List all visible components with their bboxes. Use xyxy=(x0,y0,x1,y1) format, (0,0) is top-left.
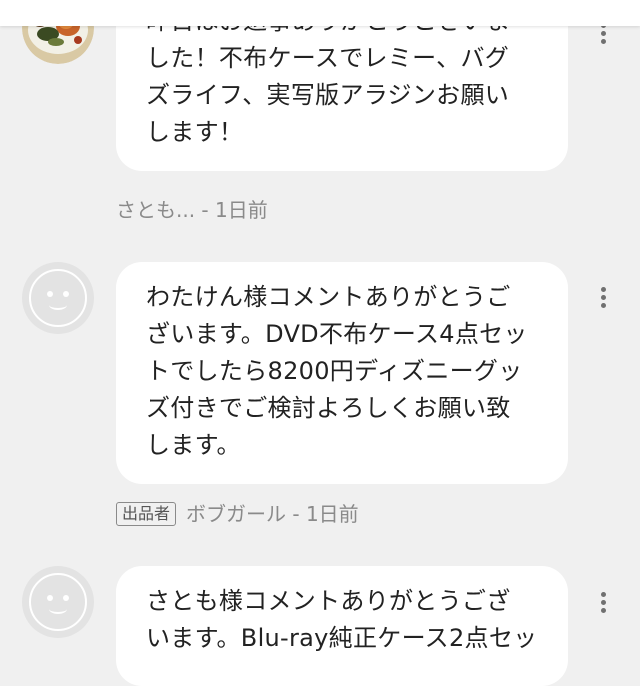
comment-meta: 出品者 ボブガール - 1日前 xyxy=(116,500,359,528)
more-vertical-icon[interactable] xyxy=(594,284,614,312)
default-face-avatar-icon xyxy=(29,573,87,631)
comment-bubble: わたけん様コメントありがとうご ざいます。DVD不布ケース4点セッ トでしたら8… xyxy=(116,262,568,484)
comment-author[interactable]: ボブガール xyxy=(186,502,286,526)
more-vertical-icon[interactable] xyxy=(594,589,614,617)
comment-text: さとも様コメントありがとうござ います。Blu-ray純正ケース2点セッ xyxy=(146,587,538,652)
comment-meta: さとも... - 1日前 xyxy=(116,196,268,224)
comment-text: わたけん様コメントありがとうご ざいます。DVD不布ケース4点セッ トでしたら8… xyxy=(146,283,528,459)
default-face-avatar-icon xyxy=(29,269,87,327)
comment-time: - 1日前 xyxy=(286,502,359,526)
commenter-avatar[interactable] xyxy=(22,262,94,334)
top-app-bar xyxy=(0,0,640,26)
seller-badge: 出品者 xyxy=(116,502,177,526)
commenter-avatar[interactable] xyxy=(22,566,94,638)
comment-author[interactable]: さとも... xyxy=(116,198,195,222)
comment-bubble: さとも様コメントありがとうござ います。Blu-ray純正ケース2点セッ xyxy=(116,566,568,686)
comment-time: - 1日前 xyxy=(195,198,268,222)
